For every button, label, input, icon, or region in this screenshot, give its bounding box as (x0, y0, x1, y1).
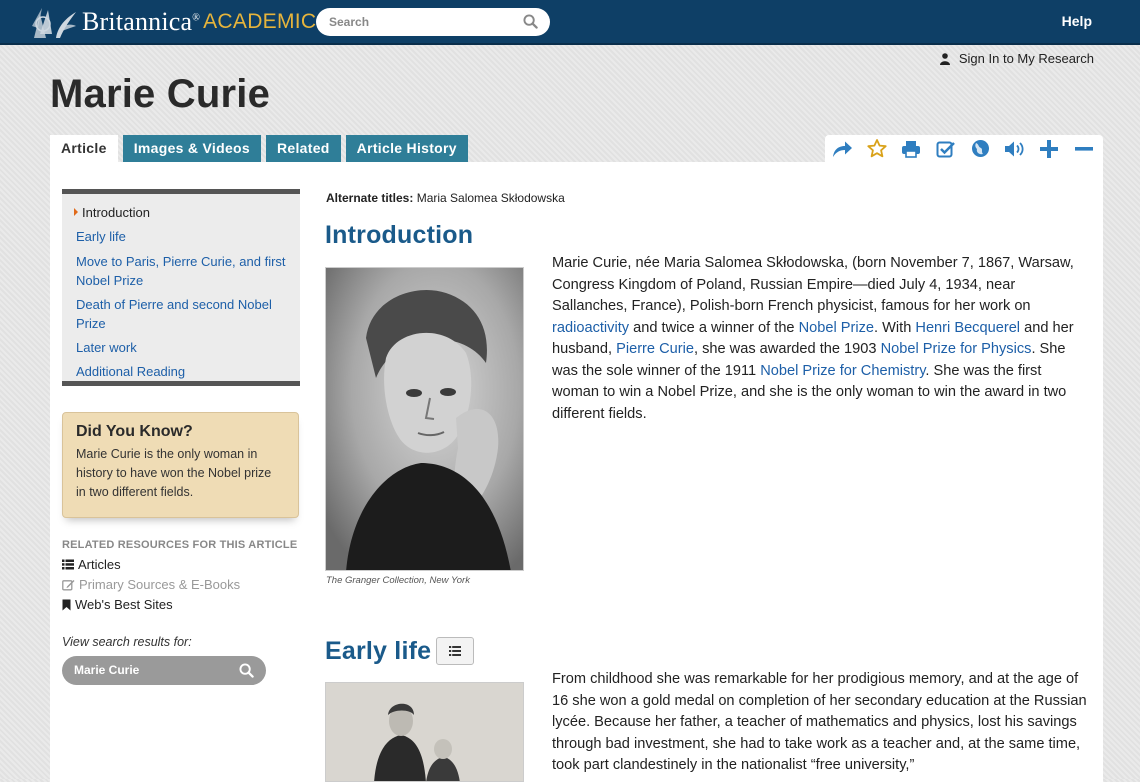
related-articles-label: Articles (78, 557, 121, 572)
did-you-know-title: Did You Know? (76, 423, 193, 440)
tab-article-history[interactable]: Article History (345, 135, 468, 162)
page-title: Marie Curie (50, 72, 271, 116)
search-results-tag[interactable]: Marie Curie (62, 656, 266, 685)
toc-item-introduction[interactable]: Introduction (74, 203, 286, 222)
tab-related[interactable]: Related (265, 135, 341, 162)
toc-item-death-of-pierre[interactable]: Death of Pierre and second Nobel Prize (76, 295, 286, 333)
link-nobel-prize-physics[interactable]: Nobel Prize for Physics (881, 341, 1032, 357)
section-heading-early-life: Early life (325, 637, 432, 665)
early-life-image (326, 683, 523, 781)
speaker-icon[interactable] (998, 135, 1033, 162)
top-bar: Britannica® ACADEMIC Help (0, 0, 1140, 45)
star-icon[interactable] (860, 135, 895, 162)
brand-name: Britannica® (82, 7, 201, 36)
search-icon[interactable] (523, 14, 538, 29)
toc-item-move-to-paris[interactable]: Move to Paris, Pierre Curie, and first N… (76, 252, 286, 290)
link-nobel-prize-chemistry[interactable]: Nobel Prize for Chemistry (760, 363, 925, 379)
related-resources-heading: RELATED RESOURCES FOR THIS ARTICLE (62, 539, 298, 551)
portrait-caption: The Granger Collection, New York (326, 575, 470, 586)
edit-icon (62, 579, 75, 590)
search-input[interactable] (327, 14, 511, 30)
britannica-logo[interactable]: Britannica® ACADEMIC (30, 4, 316, 40)
tab-article[interactable]: Article (50, 135, 118, 163)
bookmark-icon (62, 599, 71, 610)
related-best-sites-label: Web's Best Sites (75, 597, 173, 612)
user-icon (939, 52, 950, 65)
did-you-know-box: Did You Know? Marie Curie is the only wo… (62, 412, 299, 518)
tab-images-videos[interactable]: Images & Videos (122, 135, 261, 162)
thistle-logo-icon (32, 8, 76, 38)
print-icon[interactable] (894, 135, 929, 162)
early-life-paragraph: From childhood she was remarkable for he… (552, 671, 1087, 773)
view-search-label: View search results for: (62, 635, 192, 649)
portrait-image (326, 268, 523, 570)
link-radioactivity[interactable]: radioactivity (552, 320, 629, 336)
search-icon (239, 663, 254, 678)
link-henri-becquerel[interactable]: Henri Becquerel (915, 320, 1020, 336)
related-best-sites-link[interactable]: Web's Best Sites (62, 597, 173, 612)
brand-academic: ACADEMIC (203, 10, 317, 33)
alternate-titles: Alternate titles: Maria Salomea Skłodows… (326, 191, 565, 205)
share-icon[interactable] (825, 135, 860, 162)
zoom-in-icon[interactable] (1032, 135, 1067, 162)
toc-item-early-life[interactable]: Early life (76, 227, 286, 246)
globe-icon[interactable] (963, 135, 998, 162)
related-primary-sources-link[interactable]: Primary Sources & E-Books (62, 577, 240, 592)
search-box (316, 8, 550, 36)
related-articles-link[interactable]: Articles (62, 557, 121, 572)
zoom-out-icon[interactable] (1067, 135, 1102, 162)
article-toolbar (825, 135, 1103, 162)
introduction-paragraph: Marie Curie, née Maria Salomea Skłodowsk… (552, 255, 1074, 422)
sign-in-label: Sign In to My Research (958, 51, 1094, 66)
marie-curie-portrait[interactable] (325, 267, 524, 571)
help-link[interactable]: Help (1062, 13, 1092, 29)
section-heading-introduction: Introduction (325, 221, 474, 249)
table-of-contents: Introduction Early life Move to Paris, P… (62, 189, 300, 386)
link-nobel-prize[interactable]: Nobel Prize (799, 320, 874, 336)
search-term: Marie Curie (74, 663, 140, 677)
related-primary-sources-label: Primary Sources & E-Books (79, 577, 241, 592)
section-toc-button[interactable] (436, 637, 474, 665)
current-arrow-icon (74, 208, 78, 216)
sign-in-link[interactable]: Sign In to My Research (939, 51, 1094, 66)
article-panel: Introduction Early life Move to Paris, P… (50, 162, 1103, 782)
list-icon (62, 559, 74, 570)
link-pierre-curie[interactable]: Pierre Curie (616, 341, 694, 357)
early-life-photo[interactable] (325, 682, 524, 782)
list-icon (449, 646, 461, 656)
toc-item-additional-reading[interactable]: Additional Reading (76, 362, 286, 381)
article-tabs: Article Images & Videos Related Article … (50, 135, 473, 163)
toc-item-later-work[interactable]: Later work (76, 338, 286, 357)
checklist-icon[interactable] (929, 135, 964, 162)
did-you-know-text: Marie Curie is the only woman in history… (76, 447, 272, 499)
